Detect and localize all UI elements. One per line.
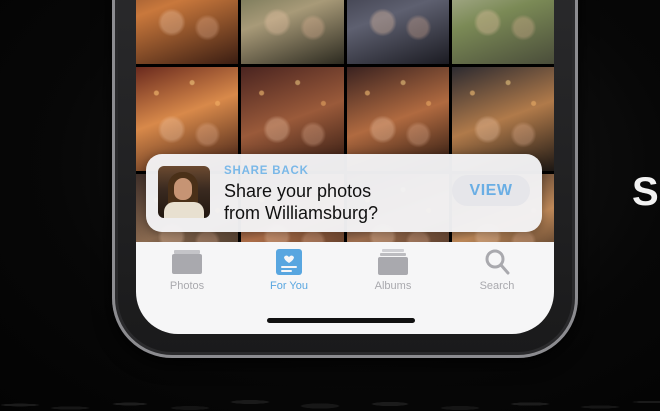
tab-search[interactable]: Search <box>462 248 532 300</box>
photos-stack-icon <box>170 248 204 276</box>
tab-label: Photos <box>169 280 205 292</box>
search-icon <box>480 248 514 276</box>
tab-label: For You <box>270 280 308 292</box>
for-you-icon <box>272 248 306 276</box>
notification-thumbnail <box>158 166 210 218</box>
view-button[interactable]: VIEW <box>452 175 530 206</box>
tab-photos[interactable]: Photos <box>152 248 222 300</box>
tab-label: Albums <box>374 280 412 292</box>
photo-thumbnail[interactable] <box>451 0 554 64</box>
share-back-notification[interactable]: SHARE BACK Share your photos from Willia… <box>146 154 542 232</box>
photo-thumbnail[interactable] <box>136 0 239 64</box>
home-indicator[interactable] <box>267 318 415 323</box>
notification-eyebrow: SHARE BACK <box>224 165 309 177</box>
tab-label: Search <box>479 280 515 292</box>
tab-albums[interactable]: Albums <box>358 248 428 300</box>
photo-thumbnail[interactable] <box>241 0 344 64</box>
phone-screen: SHARE BACK Share your photos from Willia… <box>136 0 554 334</box>
keynote-slide-text: S <box>632 170 660 214</box>
albums-icon <box>376 248 410 276</box>
notification-message: Share your photos from Williamsburg? <box>224 181 379 223</box>
audience-silhouettes <box>0 360 660 411</box>
tab-for-you[interactable]: For You <box>254 248 324 300</box>
photo-thumbnail[interactable] <box>346 0 449 64</box>
